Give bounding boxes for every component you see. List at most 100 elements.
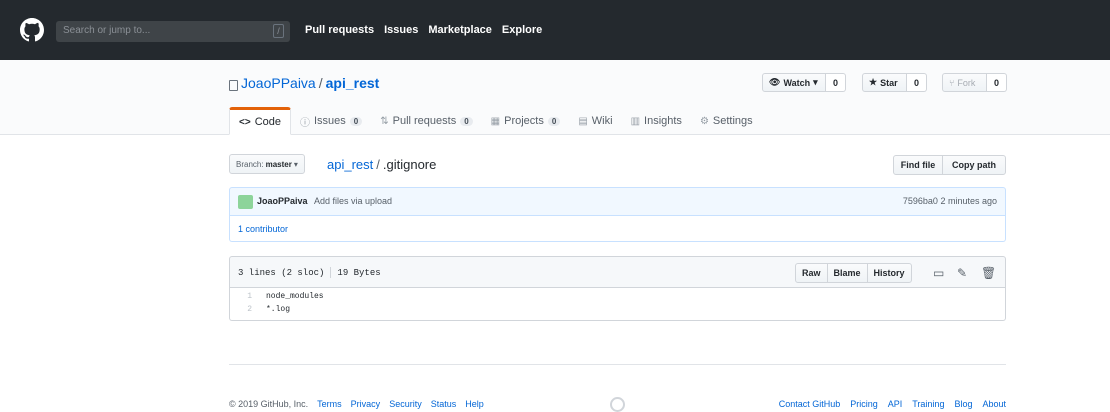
line-number[interactable]: 2 (230, 305, 260, 317)
github-mark-icon[interactable] (610, 397, 625, 412)
projects-count: 0 (547, 116, 561, 126)
avatar[interactable] (238, 195, 253, 209)
tab-settings[interactable]: ⚙ Settings (691, 107, 762, 135)
nav-pull-requests[interactable]: Pull requests (305, 24, 374, 36)
tab-insights-label: Insights (644, 115, 682, 127)
history-button[interactable]: History (866, 263, 912, 283)
star-count[interactable]: 0 (907, 73, 927, 92)
tab-issues[interactable]: ⓘ Issues 0 (291, 107, 371, 135)
pencil-icon[interactable]: ✎ (957, 266, 967, 280)
search-input[interactable]: Search or jump to... / (56, 21, 290, 42)
slash-shortcut-hint: / (273, 24, 284, 38)
footer-right: Contact GitHub Pricing API Training Blog… (779, 399, 1006, 409)
graph-icon: ▥ (630, 115, 641, 127)
nav-issues[interactable]: Issues (384, 24, 418, 36)
chevron-down-icon: ▾ (813, 77, 818, 87)
find-file-button[interactable]: Find file (893, 155, 943, 175)
trash-icon[interactable]: 🗑 (981, 266, 996, 280)
tab-projects-label: Projects (504, 115, 544, 127)
commit-time: 2 minutes ago (940, 196, 997, 206)
desktop-icon[interactable]: ▭ (933, 266, 944, 280)
gear-icon: ⚙ (699, 115, 709, 127)
breadcrumb: api_rest / .gitignore (327, 157, 436, 172)
repo-title-separator: / (318, 75, 323, 91)
footer-link-about[interactable]: About (982, 399, 1006, 409)
tab-wiki-label: Wiki (591, 115, 613, 127)
file-header: 3 lines (2 sloc) 19 Bytes Raw Blame Histo… (229, 256, 1006, 288)
blame-button[interactable]: Blame (826, 263, 868, 283)
nav-marketplace[interactable]: Marketplace (428, 24, 492, 36)
breadcrumb-file: .gitignore (382, 157, 437, 172)
file-size: 19 Bytes (337, 267, 381, 278)
tab-wiki[interactable]: ▤ Wiki (569, 107, 621, 135)
footer-link-help[interactable]: Help (465, 399, 484, 409)
code-line: 2 *.log (230, 305, 290, 317)
tab-pull-requests-label: Pull requests (392, 115, 457, 127)
tab-pull-requests[interactable]: ⇅ Pull requests 0 (371, 107, 481, 135)
branch-label: Branch: (236, 159, 264, 169)
repo-icon (229, 80, 238, 91)
issues-count: 0 (349, 116, 363, 126)
star-button[interactable]: ★ Star (862, 73, 907, 92)
footer-link-security[interactable]: Security (389, 399, 422, 409)
branch-name: master (265, 159, 292, 169)
file-actions-group: Raw Blame History (795, 263, 912, 283)
watch-count[interactable]: 0 (826, 73, 846, 92)
breadcrumb-separator: / (376, 157, 380, 172)
tab-projects[interactable]: ▦ Projects 0 (482, 107, 570, 135)
fork-label: Fork (957, 77, 976, 88)
footer-divider (229, 364, 1006, 365)
footer-copyright: © 2019 GitHub, Inc. (229, 399, 309, 409)
tab-code-label: Code (254, 116, 281, 128)
file-content: 1 node_modules 2 *.log (229, 288, 1006, 321)
commit-sha-link[interactable]: 7596ba0 (903, 196, 938, 206)
footer-link-contact[interactable]: Contact GitHub (779, 399, 841, 409)
eye-icon: 👁 (769, 77, 781, 87)
fork-button[interactable]: ⑂ Fork (942, 73, 987, 92)
pull-request-icon: ⇅ (380, 115, 389, 127)
repo-owner-link[interactable]: JoaoPPaiva (241, 75, 316, 91)
footer-link-api[interactable]: API (888, 399, 903, 409)
commit-meta: 7596ba0 2 minutes ago (903, 196, 997, 206)
tab-insights[interactable]: ▥ Insights (622, 107, 691, 135)
global-nav: Pull requests Issues Marketplace Explore (305, 24, 542, 36)
star-icon: ★ (869, 77, 878, 87)
fork-count[interactable]: 0 (987, 73, 1007, 92)
watch-button[interactable]: 👁 Watch ▾ (762, 73, 826, 92)
line-content: node_modules (266, 292, 324, 301)
footer-link-blog[interactable]: Blog (954, 399, 972, 409)
breadcrumb-repo-link[interactable]: api_rest (327, 157, 373, 172)
pull-requests-count: 0 (460, 116, 473, 126)
footer-link-status[interactable]: Status (431, 399, 457, 409)
code-line: 1 node_modules (230, 292, 324, 304)
line-number[interactable]: 1 (230, 292, 260, 304)
commit-message-link[interactable]: Add files via upload (314, 196, 392, 206)
raw-button[interactable]: Raw (795, 263, 828, 283)
tab-settings-label: Settings (712, 115, 753, 127)
commit-author-link[interactable]: JoaoPPaiva (257, 196, 308, 206)
chevron-down-icon: ▾ (293, 159, 298, 169)
branch-select[interactable]: Branch: master ▾ (229, 154, 305, 174)
fork-icon: ⑂ (949, 77, 955, 88)
project-icon: ▦ (490, 115, 501, 127)
contributors-bar: 1 contributor (229, 216, 1006, 242)
file-lines-info: 3 lines (2 sloc) (238, 267, 325, 278)
footer-left: © 2019 GitHub, Inc. Terms Privacy Securi… (229, 399, 484, 409)
footer-link-training[interactable]: Training (912, 399, 944, 409)
tab-code[interactable]: <> Code (229, 107, 291, 135)
issue-icon: ⓘ (299, 117, 310, 129)
code-icon: <> (239, 116, 251, 128)
repo-name-link[interactable]: api_rest (326, 75, 380, 91)
line-content: *.log (266, 305, 291, 314)
repo-title: JoaoPPaiva / api_rest (241, 75, 379, 91)
copy-path-button[interactable]: Copy path (942, 155, 1006, 175)
search-placeholder: Search or jump to... (63, 25, 151, 36)
footer-link-pricing[interactable]: Pricing (850, 399, 878, 409)
github-logo-icon[interactable] (20, 18, 44, 42)
contributors-link[interactable]: 1 contributor (238, 224, 288, 234)
footer-link-privacy[interactable]: Privacy (351, 399, 381, 409)
nav-explore[interactable]: Explore (502, 24, 542, 36)
footer-link-terms[interactable]: Terms (317, 399, 342, 409)
file-info-divider (330, 267, 332, 278)
file-info: 3 lines (2 sloc) 19 Bytes (238, 267, 381, 278)
